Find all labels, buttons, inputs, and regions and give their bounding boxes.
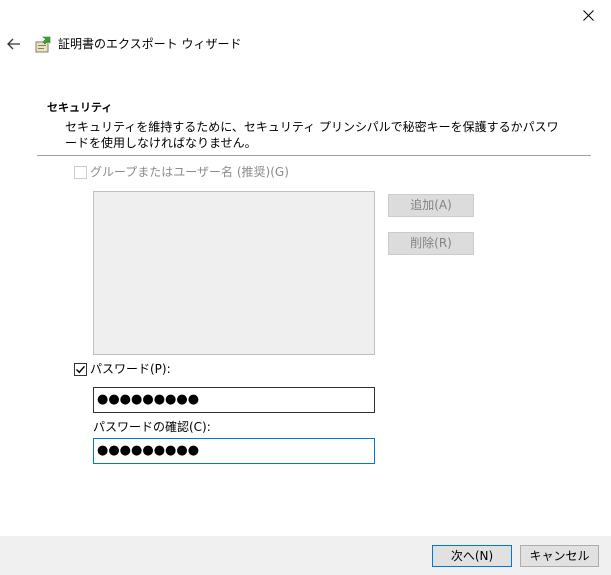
password-label: パスワード(P): [90,362,171,376]
back-arrow-icon [7,38,20,50]
wizard-title: 証明書のエクスポート ウィザード [58,37,242,51]
password-value: ●●●●●●●●● [97,392,200,407]
remove-button[interactable]: 削除(R) [388,232,474,255]
password-input[interactable]: ●●●●●●●●● [93,387,375,413]
next-button[interactable]: 次へ(N) [432,545,512,567]
add-button[interactable]: 追加(A) [388,194,474,217]
confirm-password-value: ●●●●●●●●● [97,443,200,458]
cancel-button[interactable]: キャンセル [520,545,599,567]
checkmark-icon [76,365,86,374]
header-divider [37,155,591,156]
section-description: セキュリティを維持するために、セキュリティ プリンシパルで秘密キーを保護するかパ… [65,120,559,150]
password-checkbox[interactable] [74,363,87,376]
close-icon [583,9,594,21]
section-title: セキュリティ [47,101,113,114]
back-button[interactable] [4,34,24,54]
certificate-icon [34,36,52,54]
confirm-password-input[interactable]: ●●●●●●●●● [93,438,375,464]
close-button[interactable] [566,0,611,30]
confirm-password-label: パスワードの確認(C): [93,420,211,434]
group-user-list[interactable] [93,191,375,355]
group-user-checkbox[interactable] [74,166,87,179]
group-user-label: グループまたはユーザー名 (推奨)(G) [90,165,289,179]
